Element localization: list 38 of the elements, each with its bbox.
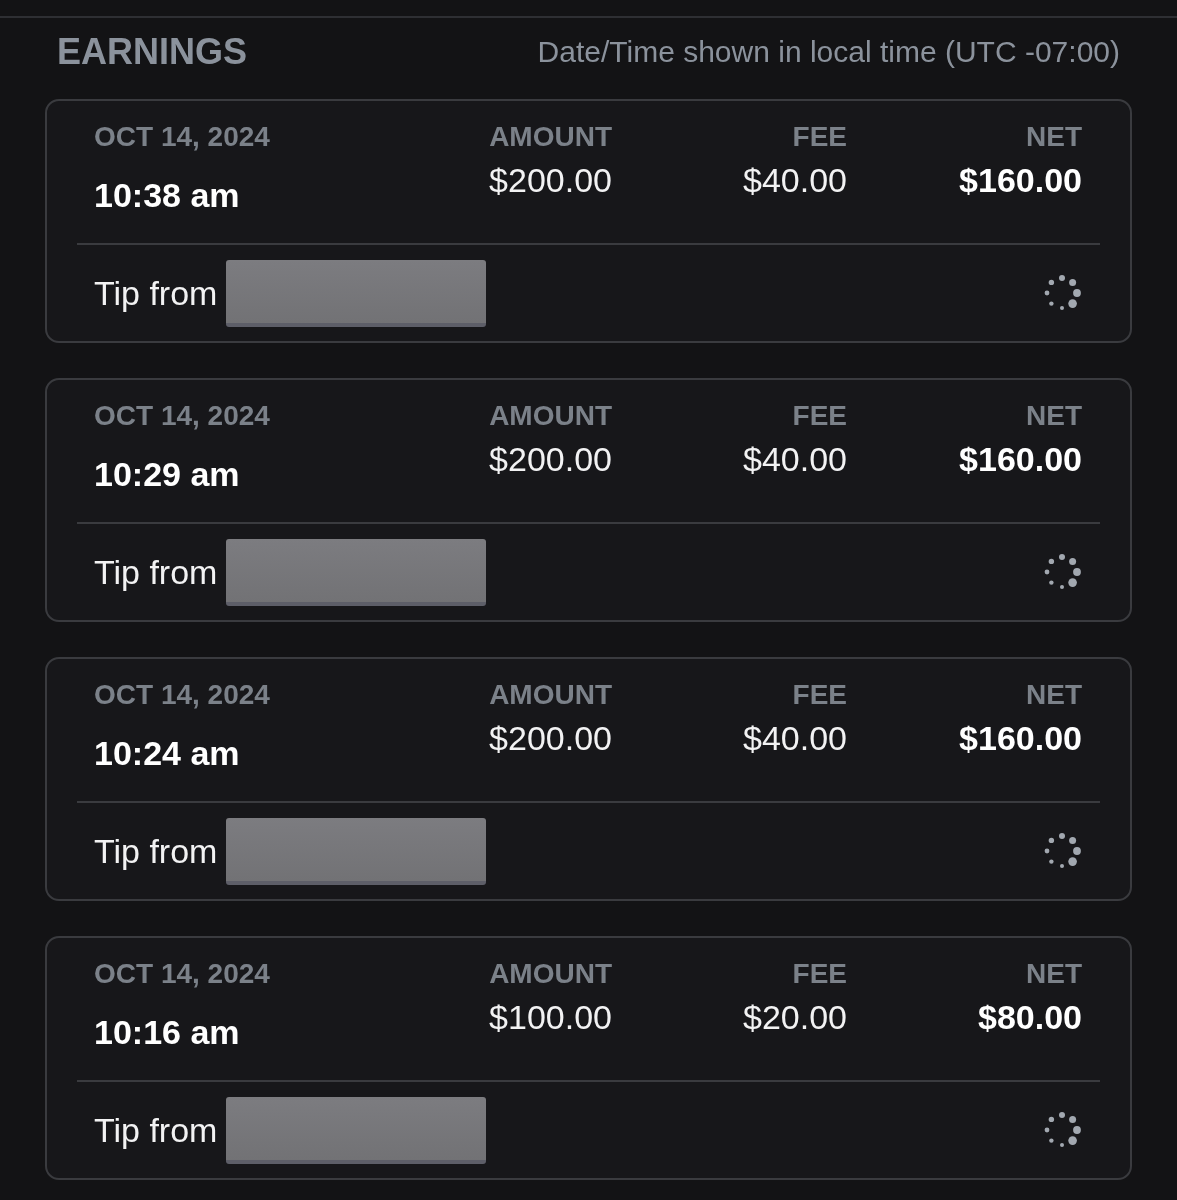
net-label: NET <box>1025 679 1082 711</box>
fee-value: $40.00 <box>742 439 847 479</box>
time-text: 10:38 am <box>94 175 241 215</box>
net-label: NET <box>1025 958 1082 990</box>
amount-label: AMOUNT <box>488 400 612 432</box>
date-label: OCT 14, 2024 <box>94 679 271 711</box>
fee-label: FEE <box>791 679 847 711</box>
timezone-note: Date/Time shown in local time (UTC -07:00) <box>537 37 1120 67</box>
time-text: 10:16 am <box>94 1012 241 1052</box>
tip-description: Tip from <box>94 1110 218 1150</box>
amount-value: $100.00 <box>488 997 612 1037</box>
date-label: OCT 14, 2024 <box>94 958 271 990</box>
tip-description: Tip from <box>94 273 218 313</box>
amount-label: AMOUNT <box>488 121 612 153</box>
amount-value: $200.00 <box>488 439 612 479</box>
fee-value: $20.00 <box>742 997 847 1037</box>
net-value: $160.00 <box>958 718 1082 758</box>
fee-value: $40.00 <box>742 718 847 758</box>
net-label: NET <box>1025 400 1082 432</box>
amount-label: AMOUNT <box>488 958 612 990</box>
time-text: 10:24 am <box>94 733 241 773</box>
section-title: EARNINGS <box>57 34 248 70</box>
date-label: OCT 14, 2024 <box>94 121 271 153</box>
amount-value: $200.00 <box>488 160 612 200</box>
time-text: 10:29 am <box>94 454 241 494</box>
fee-value: $40.00 <box>742 160 847 200</box>
tip-description: Tip from <box>94 831 218 871</box>
amount-value: $200.00 <box>488 718 612 758</box>
tip-description: Tip from <box>94 552 218 592</box>
fee-label: FEE <box>791 121 847 153</box>
net-value: $80.00 <box>977 997 1082 1037</box>
fee-label: FEE <box>791 400 847 432</box>
date-label: OCT 14, 2024 <box>94 400 271 432</box>
net-label: NET <box>1025 121 1082 153</box>
net-value: $160.00 <box>958 439 1082 479</box>
fee-label: FEE <box>791 958 847 990</box>
amount-label: AMOUNT <box>488 679 612 711</box>
net-value: $160.00 <box>958 160 1082 200</box>
